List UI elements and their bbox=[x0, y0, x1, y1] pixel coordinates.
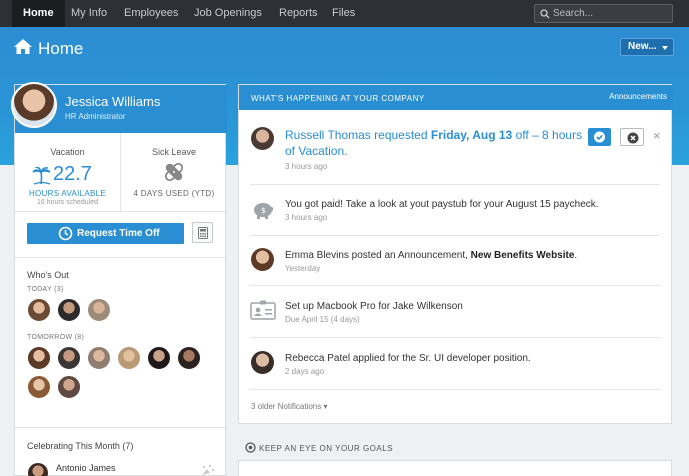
time-off-request-text: Russell Thomas requested Friday, Aug 13 … bbox=[285, 127, 585, 159]
calculator-icon bbox=[198, 227, 208, 239]
nav-my-info[interactable]: My Info bbox=[71, 0, 107, 27]
page-title: Home bbox=[38, 39, 84, 58]
top-nav: Home My Info Employees Job Openings Repo… bbox=[0, 0, 689, 27]
chevron-down-icon bbox=[662, 46, 668, 50]
request-time: 3 hours ago bbox=[285, 162, 328, 171]
target-icon bbox=[245, 442, 256, 453]
whos-out-title: Who's Out bbox=[27, 270, 69, 280]
request-time-off-button[interactable]: Request Time Off bbox=[27, 223, 184, 244]
divider bbox=[250, 184, 660, 185]
clock-icon bbox=[58, 226, 73, 241]
nav-employees[interactable]: Employees bbox=[124, 0, 178, 27]
sick-leave-balance: Sick Leave 4 DAYS USED (YTD) bbox=[121, 133, 227, 211]
request-date: Friday, Aug 13 bbox=[430, 128, 513, 142]
calculator-button[interactable] bbox=[192, 222, 213, 243]
avatar[interactable] bbox=[87, 298, 111, 322]
bandage-icon bbox=[165, 163, 183, 181]
celebrating-name[interactable]: Antonio James bbox=[56, 463, 116, 473]
svg-text:$: $ bbox=[261, 206, 266, 215]
new-button[interactable]: New... bbox=[620, 38, 674, 56]
nav-reports[interactable]: Reports bbox=[279, 0, 318, 27]
task-notification: Set up Macbook Pro for Jake Wilkenson bbox=[285, 301, 463, 312]
divider bbox=[15, 211, 227, 212]
avatar[interactable] bbox=[251, 127, 274, 150]
announcement-time: Yesterday bbox=[285, 264, 321, 273]
request-time-off-label: Request Time Off bbox=[77, 228, 160, 239]
deny-button[interactable] bbox=[620, 128, 644, 146]
company-feed-card: WHAT'S HAPPENING AT YOUR COMPANY Announc… bbox=[238, 84, 673, 424]
avatar[interactable] bbox=[251, 248, 274, 271]
announcement-text: Emma Blevins posted an Announcement, bbox=[285, 250, 471, 261]
divider bbox=[15, 427, 227, 428]
hours-available-label: HOURS AVAILABLE bbox=[28, 189, 107, 198]
requester-name[interactable]: Russell Thomas bbox=[285, 128, 371, 142]
avatar[interactable] bbox=[28, 463, 48, 476]
announcement-link[interactable]: New Benefits Website bbox=[471, 250, 575, 261]
paycheck-notification: You got paid! Take a look at yout paystu… bbox=[285, 199, 599, 210]
search-input[interactable]: Search... bbox=[534, 4, 673, 23]
divider bbox=[15, 257, 227, 258]
avatar[interactable] bbox=[87, 346, 111, 370]
nav-home[interactable]: Home bbox=[12, 0, 65, 27]
avatar[interactable] bbox=[117, 346, 141, 370]
avatar[interactable] bbox=[147, 346, 171, 370]
celebrating-title: Celebrating This Month (7) bbox=[27, 441, 134, 451]
announcement-end: . bbox=[574, 250, 578, 261]
older-notifications-link[interactable]: 3 older Notifications ▾ bbox=[251, 402, 328, 411]
divider bbox=[250, 337, 660, 338]
applicant-notification: Rebecca Patel applied for the Sr. UI dev… bbox=[285, 353, 531, 364]
profile-card: Jessica Williams HR Administrator Vacati… bbox=[11, 82, 227, 476]
approve-button[interactable] bbox=[588, 128, 611, 146]
hours-scheduled: 16 hours scheduled bbox=[36, 199, 99, 206]
task-due: Due April 15 (4 days) bbox=[285, 315, 360, 324]
sick-days-used: 4 DAYS USED (YTD) bbox=[133, 189, 215, 198]
profile-header: Jessica Williams HR Administrator bbox=[11, 82, 227, 133]
today-label: TODAY (3) bbox=[27, 286, 64, 293]
vacation-label: Vacation bbox=[50, 147, 85, 157]
nav-job-openings[interactable]: Job Openings bbox=[194, 0, 262, 27]
piggy-bank-icon: $ bbox=[254, 203, 273, 219]
nav-files[interactable]: Files bbox=[332, 0, 355, 27]
profile-name[interactable]: Jessica Williams bbox=[65, 94, 160, 110]
search-placeholder: Search... bbox=[553, 8, 594, 19]
check-icon bbox=[594, 131, 605, 143]
feed-header: WHAT'S HAPPENING AT YOUR COMPANY Announc… bbox=[239, 85, 673, 110]
request-verb: requested bbox=[374, 128, 428, 142]
palm-tree-icon bbox=[32, 167, 51, 185]
profile-role: HR Administrator bbox=[65, 112, 126, 121]
divider bbox=[250, 285, 660, 286]
new-button-label: New... bbox=[628, 41, 657, 52]
announcement-notification: Emma Blevins posted an Announcement, New… bbox=[285, 249, 577, 262]
id-card-icon bbox=[250, 300, 276, 320]
avatar[interactable] bbox=[57, 298, 81, 322]
confetti-icon bbox=[202, 465, 214, 475]
close-circle-icon bbox=[627, 132, 639, 144]
announcements-link[interactable]: Announcements bbox=[609, 92, 667, 101]
avatar[interactable] bbox=[11, 82, 57, 128]
divider bbox=[250, 235, 660, 236]
avatar[interactable] bbox=[27, 298, 51, 322]
applicant-time: 2 days ago bbox=[285, 367, 325, 376]
divider bbox=[250, 389, 660, 390]
vacation-hours: 22.7 bbox=[53, 163, 92, 185]
avatar[interactable] bbox=[251, 351, 274, 374]
home-icon bbox=[14, 39, 32, 54]
avatar[interactable] bbox=[57, 375, 81, 399]
sick-leave-label: Sick Leave bbox=[151, 147, 197, 157]
tomorrow-label: TOMORROW (8) bbox=[27, 334, 85, 341]
vacation-balance: Vacation 22.7 HOURS AVAILABLE 16 hours s… bbox=[15, 133, 121, 211]
goals-card bbox=[238, 460, 672, 476]
avatar[interactable] bbox=[57, 346, 81, 370]
feed-title: WHAT'S HAPPENING AT YOUR COMPANY bbox=[251, 94, 425, 103]
paycheck-time: 3 hours ago bbox=[285, 213, 328, 222]
avatar[interactable] bbox=[27, 346, 51, 370]
avatar[interactable] bbox=[177, 346, 201, 370]
close-icon[interactable]: × bbox=[653, 129, 661, 143]
search-icon bbox=[540, 9, 550, 19]
goals-title: KEEP AN EYE ON YOUR GOALS bbox=[259, 444, 394, 453]
avatar[interactable] bbox=[27, 375, 51, 399]
